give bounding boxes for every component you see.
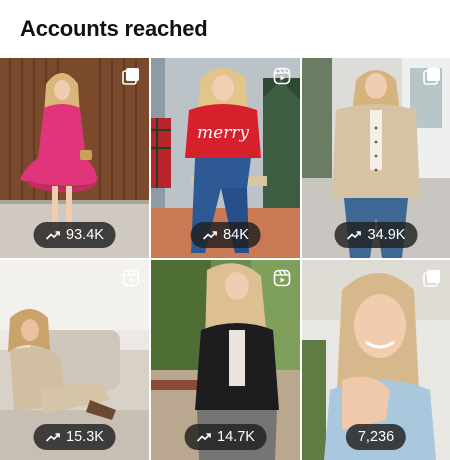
carousel-icon [121,66,141,86]
reach-count: 15.3K [66,429,104,445]
reach-pill: 7,236 [345,424,407,450]
trending-up-icon [202,231,217,240]
trending-up-icon [45,433,60,442]
post-tile-1[interactable]: 93.4K [0,58,149,258]
reach-pill: 34.9K [334,222,418,248]
post-grid: 93.4K merry 84K 34.9K 15.3K 14.7K 7,236 [0,58,450,460]
trending-up-icon [196,433,211,442]
sweater-text: merry [197,123,249,143]
reach-count: 34.9K [367,227,406,243]
reach-pill: 84K [190,222,261,248]
header: Accounts reached [0,0,450,58]
reach-count: 84K [223,227,249,243]
post-tile-3[interactable]: 34.9K [302,58,450,258]
reach-count: 7,236 [357,429,395,445]
reach-count: 93.4K [66,227,104,243]
post-tile-2[interactable]: merry 84K [151,58,300,258]
carousel-icon [422,66,442,86]
carousel-icon [422,268,442,288]
reach-count: 14.7K [217,429,255,445]
trending-up-icon [346,231,361,240]
reel-icon [121,268,141,288]
reel-icon [272,66,292,86]
reel-icon [272,268,292,288]
page-title: Accounts reached [20,16,208,41]
post-tile-6[interactable]: 7,236 [302,260,450,460]
post-tile-5[interactable]: 14.7K [151,260,300,460]
post-tile-4[interactable]: 15.3K [0,260,149,460]
reach-pill: 14.7K [184,424,267,450]
reach-pill: 15.3K [33,424,116,450]
trending-up-icon [45,231,60,240]
reach-pill: 93.4K [33,222,116,248]
